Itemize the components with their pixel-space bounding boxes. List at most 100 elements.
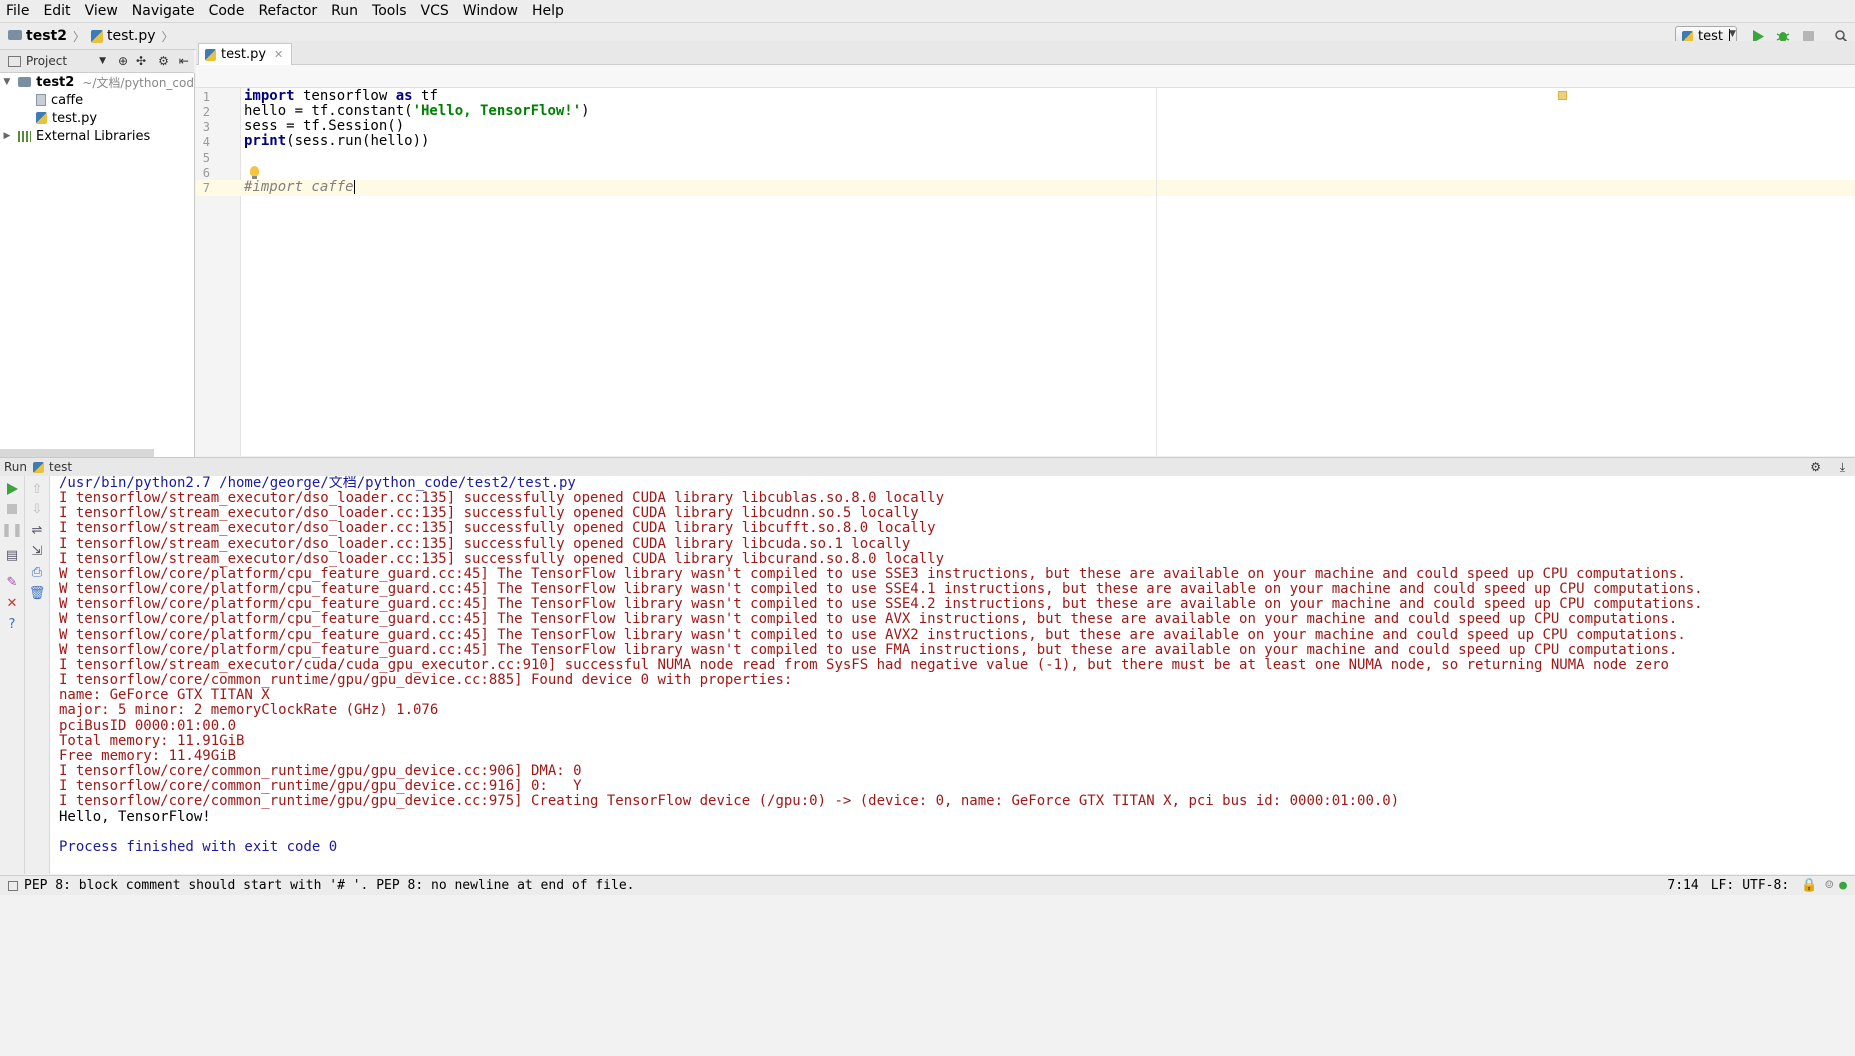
trash-icon: 🗑 [28, 585, 46, 601]
menu-tools[interactable]: Tools [366, 0, 415, 22]
menu-edit[interactable]: Edit [37, 0, 78, 22]
status-bar: PEP 8: block comment should start with '… [0, 875, 1855, 895]
menu-help[interactable]: Help [526, 0, 572, 22]
code-text: tensorflow [294, 88, 396, 104]
pin-icon: ✎ [6, 574, 18, 590]
pin-tab-button[interactable]: ✎ [3, 573, 21, 591]
project-icon [8, 55, 21, 67]
python-file-icon [36, 112, 47, 124]
collapse-icon[interactable]: ✣ [136, 54, 146, 68]
file-encoding[interactable]: UTF-8: [1742, 878, 1789, 893]
menu-view[interactable]: View [79, 0, 126, 22]
line-number: 5 [202, 151, 210, 165]
gear-icon[interactable]: ⚙ [158, 54, 169, 68]
run-console-output[interactable]: /usr/bin/python2.7 /home/george/文档/pytho… [50, 476, 1855, 874]
tree-item-label: caffe [51, 92, 84, 108]
breadcrumb-file[interactable]: test.py [107, 28, 156, 44]
tree-item-external-libraries[interactable]: ▶ External Libraries [0, 127, 194, 145]
cursor-position[interactable]: 7:14 [1667, 878, 1698, 893]
line-separator[interactable]: LF: [1711, 878, 1734, 893]
code-text: ) [581, 103, 590, 119]
menu-code[interactable]: Code [203, 0, 253, 22]
arrow-down-icon: ⇩ [31, 501, 43, 517]
hide-panel-icon[interactable]: ⤓ [1840, 460, 1845, 475]
code-editor[interactable] [241, 88, 1855, 456]
console-line: W tensorflow/core/platform/cpu_feature_g… [59, 596, 1703, 612]
console-line: W tensorflow/core/platform/cpu_feature_g… [59, 566, 1686, 582]
tree-item-caffe[interactable]: caffe [0, 91, 194, 109]
expand-arrow-icon[interactable]: ▶ [0, 131, 14, 141]
tree-item-root[interactable]: ▼ test2 ~/文档/python_cod [0, 73, 194, 91]
scroll-down-button[interactable]: ⇩ [28, 500, 46, 518]
horizontal-scrollbar[interactable] [0, 449, 154, 457]
pause-icon: ❚❚ [1, 522, 23, 538]
tree-item-label: test2 [36, 74, 75, 90]
inspection-marker-icon[interactable] [1558, 91, 1567, 100]
console-line: major: 5 minor: 2 memoryClockRate (GHz) … [59, 702, 439, 718]
help-button[interactable]: ? [3, 615, 21, 633]
console-line: I tensorflow/stream_executor/dso_loader.… [59, 551, 945, 567]
close-icon: ✕ [6, 595, 18, 611]
print-button[interactable]: ⎙ [28, 563, 46, 581]
empty-area [0, 895, 1855, 1056]
restore-layout-button[interactable]: ▤ [3, 546, 21, 564]
console-line: pciBusID 0000:01:00.0 [59, 718, 237, 734]
console-line: I tensorflow/core/common_runtime/gpu/gpu… [59, 763, 582, 779]
inspector-icon[interactable]: ☺ [1825, 878, 1833, 893]
pause-button[interactable]: ❚❚ [1, 521, 23, 539]
chevron-right-icon: 〉 [161, 29, 174, 44]
editor-header-strip [196, 65, 1855, 88]
toggle-tool-windows-icon[interactable] [8, 880, 18, 891]
code-string: 'Hello, TensorFlow!' [412, 103, 582, 119]
print-icon: ⎙ [31, 564, 43, 580]
console-line: W tensorflow/core/platform/cpu_feature_g… [59, 627, 1686, 643]
menu-window[interactable]: Window [457, 0, 526, 22]
stop-button[interactable] [3, 500, 21, 518]
tree-item-test-py[interactable]: test.py [0, 109, 194, 127]
folder-icon [17, 77, 32, 87]
play-icon [6, 483, 18, 495]
line-number: 6 [202, 166, 210, 180]
lightbulb-icon[interactable] [250, 166, 259, 179]
console-line: Process finished with exit code 0 [59, 839, 338, 855]
text-caret [353, 180, 355, 194]
run-tab-label[interactable]: test [49, 460, 72, 474]
rerun-button[interactable] [3, 480, 21, 498]
right-margin-guide [1156, 88, 1157, 456]
stop-icon [1802, 30, 1814, 42]
scroll-up-button[interactable]: ⇧ [28, 480, 46, 498]
project-panel-title[interactable]: Project [26, 54, 67, 68]
python-config-icon [33, 461, 45, 473]
hide-panel-icon[interactable]: ⇤ [179, 54, 189, 68]
run-panel-label[interactable]: Run [4, 460, 27, 474]
event-log-icon[interactable]: ● [1839, 878, 1847, 893]
soft-wrap-button[interactable]: ⇌ [28, 521, 46, 539]
menu-file[interactable]: File [0, 0, 37, 22]
library-icon [18, 130, 31, 142]
breadcrumb-project[interactable]: test2 [26, 28, 67, 44]
clear-all-button[interactable]: 🗑 [28, 584, 46, 602]
console-line: I tensorflow/stream_executor/cuda/cuda_g… [59, 657, 1669, 673]
chevron-down-icon[interactable]: ▼ [99, 56, 106, 66]
tab-label: test.py [221, 47, 267, 62]
lock-icon[interactable]: 🔒 [1801, 878, 1817, 893]
menu-navigate[interactable]: Navigate [126, 0, 203, 22]
line-number: 1 [202, 90, 210, 104]
help-icon: ? [8, 616, 16, 632]
menu-refactor[interactable]: Refactor [252, 0, 325, 22]
line-number: 7 [202, 181, 210, 195]
code-text: hello = tf.constant( [244, 103, 413, 119]
expand-arrow-icon[interactable]: ▼ [0, 77, 14, 87]
run-toolbar-primary: ❚❚ ▤ ✎ ✕ ? [0, 476, 25, 874]
sync-icon[interactable]: ⊕ [118, 54, 128, 68]
menu-run[interactable]: Run [325, 0, 366, 22]
tree-item-path: ~/文档/python_cod [82, 75, 194, 90]
console-line: W tensorflow/core/platform/cpu_feature_g… [59, 581, 1703, 597]
close-run-button[interactable]: ✕ [3, 594, 21, 612]
scroll-end-icon: ⇲ [31, 543, 43, 559]
menu-vcs[interactable]: VCS [415, 0, 457, 22]
scroll-to-end-button[interactable]: ⇲ [28, 542, 46, 560]
close-icon[interactable]: ✕ [274, 48, 283, 61]
gear-icon[interactable]: ⚙ [1810, 460, 1821, 474]
tab-test-py[interactable]: test.py ✕ [198, 43, 293, 65]
